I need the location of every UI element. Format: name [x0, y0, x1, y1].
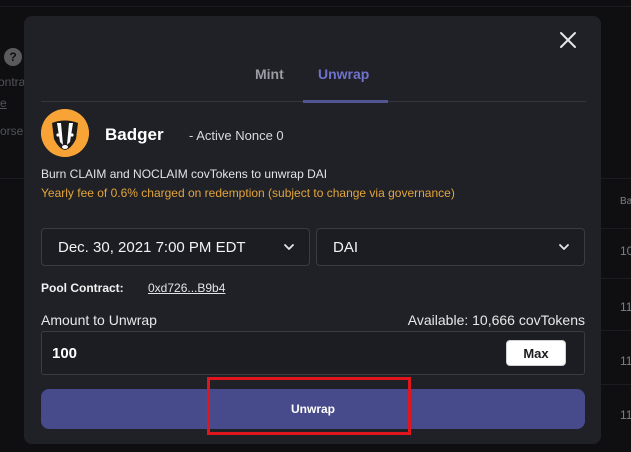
token-value: DAI: [333, 239, 359, 256]
unwrap-modal: Mint Unwrap Badger - Active Nonce 0 Burn…: [24, 16, 601, 444]
tab-bar: Mint Unwrap: [41, 56, 586, 103]
active-nonce: - Active Nonce 0: [189, 128, 284, 143]
amount-field: Max: [41, 331, 585, 375]
available-balance: Available: 10,666 covTokens: [407, 312, 585, 328]
fee-note: Yearly fee of 0.6% charged on redemption…: [41, 186, 455, 200]
max-button[interactable]: Max: [506, 340, 566, 366]
expiry-date-select[interactable]: Dec. 30, 2021 7:00 PM EDT: [41, 228, 310, 266]
token-select[interactable]: DAI: [316, 228, 585, 266]
project-name: Badger: [105, 125, 164, 144]
tab-mint[interactable]: Mint: [255, 66, 284, 82]
pool-contract-link[interactable]: 0xd726...B9b4: [148, 281, 225, 295]
chevron-down-icon: [284, 244, 294, 250]
active-tab-indicator: [303, 100, 388, 103]
close-icon[interactable]: [557, 29, 579, 51]
amount-input[interactable]: [52, 342, 452, 364]
chevron-down-icon: [559, 244, 569, 250]
tab-unwrap[interactable]: Unwrap: [318, 66, 369, 82]
unwrap-button[interactable]: Unwrap: [41, 389, 585, 429]
expiry-date-value: Dec. 30, 2021 7:00 PM EDT: [58, 239, 246, 256]
amount-label: Amount to Unwrap: [41, 312, 157, 328]
pool-contract-label: Pool Contract:: [41, 281, 124, 295]
badger-logo: [41, 109, 89, 157]
unwrap-description: Burn CLAIM and NOCLAIM covTokens to unwr…: [41, 167, 328, 181]
